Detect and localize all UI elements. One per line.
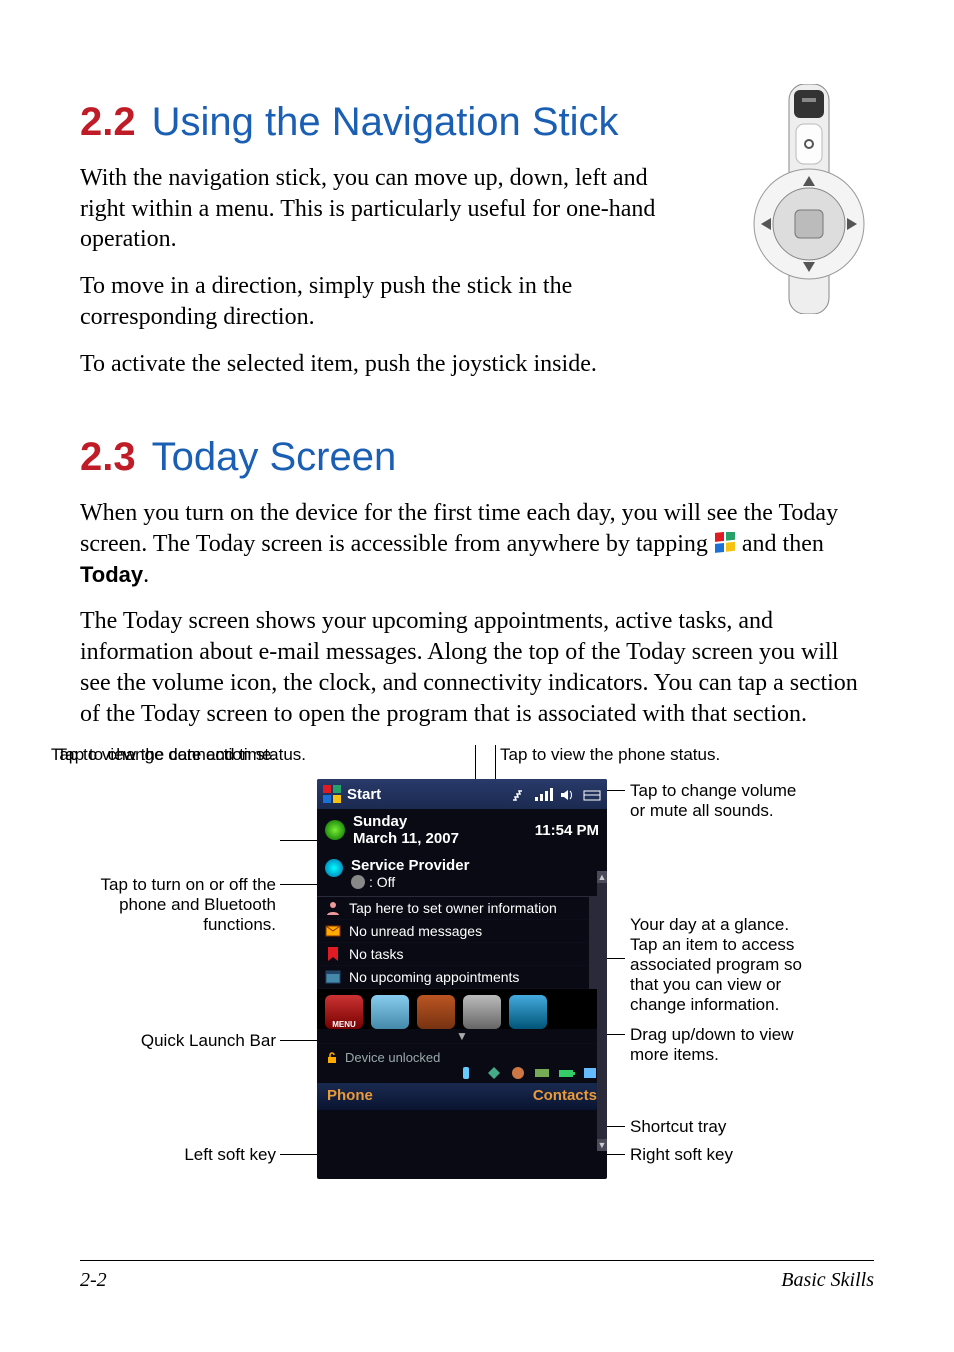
glance-list[interactable]: Tap here to set owner information No unr… [317, 896, 597, 989]
bluetooth-status: : Off [369, 874, 395, 890]
signal-icon[interactable] [535, 787, 553, 801]
scrollbar[interactable]: ▲ ▼ [597, 871, 607, 1151]
list-item-tasks[interactable]: No tasks [317, 943, 589, 966]
wireless-row[interactable]: Service Provider : Off [317, 853, 607, 896]
owner-text: Tap here to set owner information [349, 900, 557, 916]
tray-icon-5[interactable] [557, 1065, 575, 1081]
today-screen-diagram: Tap to view the connection status. Tap t… [80, 745, 874, 1225]
sec22-p1: With the navigation stick, you can move … [80, 163, 660, 255]
callout-rightsk: Right soft key [630, 1145, 810, 1165]
section-2-3-title: Today Screen [152, 435, 397, 479]
mail-icon [325, 923, 341, 939]
chapter-title: Basic Skills [781, 1269, 874, 1292]
wireless-icon [325, 859, 343, 877]
title-bar[interactable]: Start [317, 779, 607, 809]
sec23-p1b: and then [742, 531, 824, 557]
section-2-2-title: Using the Navigation Stick [152, 100, 619, 144]
clock-icon [325, 820, 345, 840]
connection-icon[interactable] [511, 787, 529, 801]
start-flag-icon [714, 532, 736, 554]
sec22-p2: To move in a direction, simply push the … [80, 271, 660, 332]
calendar-icon [325, 969, 341, 985]
ql-maps-icon[interactable] [463, 995, 501, 1029]
volume-icon[interactable] [559, 787, 577, 801]
callout-datetime: Tap to change date and time. [56, 745, 276, 765]
service-provider-label: Service Provider [351, 857, 469, 874]
soft-key-left[interactable]: Phone [327, 1087, 373, 1104]
menu-label: MENU [332, 1020, 356, 1029]
date-label: March 11, 2007 [353, 830, 459, 847]
section-2-3-number: 2.3 [80, 435, 136, 479]
weekday-label: Sunday [353, 813, 459, 830]
callout-leftsk: Left soft key [56, 1145, 276, 1165]
shortcut-tray[interactable] [317, 1065, 607, 1083]
sec22-p3: To activate the selected item, push the … [80, 349, 874, 380]
bluetooth-icon [351, 875, 365, 889]
leader-quicklaunch [280, 1040, 317, 1041]
tray-icon-2[interactable] [485, 1065, 503, 1081]
section-2-3-heading: 2.3 Today Screen [80, 435, 874, 480]
tray-icon-1[interactable] [461, 1065, 479, 1081]
tray-icon-4[interactable] [533, 1065, 551, 1081]
sec23-p2: The Today screen shows your upcoming app… [80, 606, 874, 729]
callout-wireless: Tap to turn on or off the phone and Blue… [56, 875, 276, 935]
sec23-p1-today: Today [80, 562, 143, 587]
leader-connection [475, 745, 476, 779]
sec23-p1: When you turn on the device for the firs… [80, 498, 874, 590]
leader-phone-status [495, 745, 496, 779]
navigation-stick-image [744, 84, 874, 314]
messages-text: No unread messages [349, 923, 482, 939]
date-time-row[interactable]: Sunday March 11, 2007 11:54 PM [317, 809, 607, 853]
unlock-text: Device unlocked [345, 1050, 440, 1065]
callout-quicklaunch: Quick Launch Bar [56, 1031, 276, 1051]
unlock-icon [325, 1051, 339, 1065]
keyboard-icon[interactable] [583, 787, 601, 801]
list-item-owner[interactable]: Tap here to set owner information [317, 897, 589, 920]
list-item-appointments[interactable]: No upcoming appointments [317, 966, 589, 989]
scroll-up-icon[interactable]: ▲ [597, 871, 607, 883]
start-flag-icon[interactable] [323, 785, 341, 803]
callout-phone-status: Tap to view the phone status. [500, 745, 740, 765]
ql-menu-icon[interactable]: MENU [325, 995, 363, 1029]
list-item-messages[interactable]: No unread messages [317, 920, 589, 943]
device-lock-row[interactable]: Device unlocked [317, 1043, 607, 1065]
quick-launch-bar[interactable]: MENU [317, 989, 607, 1029]
ql-browser-icon[interactable] [509, 995, 547, 1029]
page-number: 2-2 [80, 1269, 107, 1292]
scroll-down-icon[interactable]: ▼ [597, 1139, 607, 1151]
callout-drag: Drag up/down to view more items. [630, 1025, 810, 1065]
time-label: 11:54 PM [535, 822, 599, 839]
ql-notes-icon[interactable] [417, 995, 455, 1029]
phone-screenshot: Start Sunday March 11, 2007 11:54 PM [317, 779, 607, 1179]
callout-shortcut: Shortcut tray [630, 1117, 810, 1137]
sec23-p1d: . [143, 562, 149, 588]
tray-icon-3[interactable] [509, 1065, 527, 1081]
soft-key-right[interactable]: Contacts [533, 1087, 597, 1104]
soft-key-bar: Phone Contacts [317, 1083, 607, 1110]
callout-glance: Your day at a glance. Tap an item to acc… [630, 915, 810, 1015]
owner-icon [325, 900, 341, 916]
tasks-icon [325, 946, 341, 962]
leader-shortcut [604, 1126, 625, 1127]
tasks-text: No tasks [349, 946, 403, 962]
arrow-down-icon[interactable]: ▼ [317, 1029, 607, 1043]
ql-pictures-icon[interactable] [371, 995, 409, 1029]
start-label[interactable]: Start [347, 786, 381, 803]
page-footer: 2-2 Basic Skills [80, 1260, 874, 1292]
appointments-text: No upcoming appointments [349, 969, 519, 985]
section-2-2-number: 2.2 [80, 100, 136, 144]
callout-volume: Tap to change volume or mute all sounds. [630, 781, 810, 821]
